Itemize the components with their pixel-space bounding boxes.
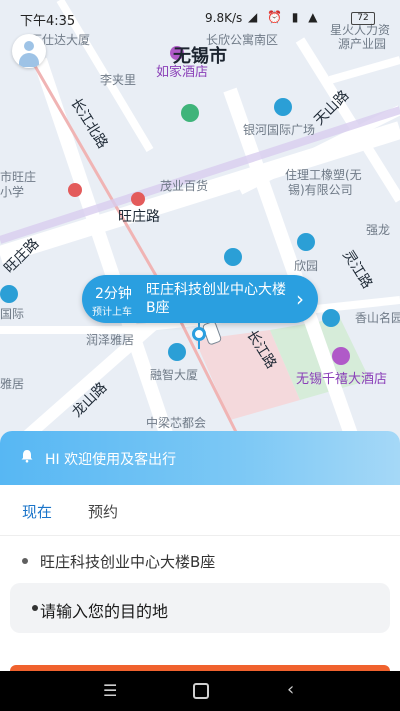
eta-caption: 预计上车 [92,307,132,318]
pickup-address: 旺庄科技创业中心大楼B座 [146,282,286,316]
menu-icon[interactable]: ☰ [103,681,117,700]
tab-reserve[interactable]: 预约 [88,501,118,522]
welcome-message: HI 欢迎使用及客出行 [45,452,177,468]
map-label: 雅居 [0,377,25,391]
map-label: 融智大厦 [150,368,199,382]
tab-now[interactable]: 现在 [22,501,52,522]
destination-input[interactable]: 请输入您的目的地 [10,583,390,633]
building-marker [168,343,186,361]
bell-icon [20,449,34,463]
booking-tabs: 现在 预约 [0,485,400,535]
hotel-marker [332,347,350,365]
map-label: 茂业百货 [160,179,209,193]
chevron-right-icon: › [296,287,304,311]
eta-value: 2分钟 [95,286,132,302]
map-label: 欣园 [294,259,319,273]
map-label: 旺庄路 [118,209,160,225]
transit-marker [181,104,199,122]
building-marker [0,285,18,303]
bottom-panel: HI 欢迎使用及客出行 现在 预约 旺庄科技创业中心大楼B座 请输入您的目的地 [0,431,400,671]
map-label: 国际 [0,307,25,321]
back-icon[interactable]: ‹ [287,679,294,700]
map-label: 银河国际广场 [243,123,316,137]
building-marker [322,309,340,327]
status-time: 下午4:35 [20,14,76,29]
divider [0,535,400,536]
status-icons: ◢ ⏰ ▮ ▲ [248,10,321,24]
building-marker [224,248,242,266]
network-speed: 9.8K/s [205,11,243,25]
pickup-location-row[interactable]: 旺庄科技创业中心大楼B座 [0,544,400,578]
school-marker [68,183,82,197]
destination-dot-icon [32,605,38,611]
system-nav-bar: ☰ ‹ [0,671,400,711]
map-label: 中梁芯都会 [146,416,207,430]
destination-placeholder: 请输入您的目的地 [40,602,169,621]
city-name[interactable]: 无锡市 [173,42,227,68]
avatar[interactable] [12,34,46,68]
pickup-location: 旺庄科技创业中心大楼B座 [40,553,216,571]
pickup-bubble[interactable]: 2分钟 预计上车 旺庄科技创业中心大楼B座 › [82,275,318,323]
welcome-banner: HI 欢迎使用及客出行 [0,431,400,485]
map-label: 锡)有限公司 [288,183,353,197]
map-label: 源产业园 [338,37,387,51]
map-label: 市旺庄 [0,170,37,184]
map-label: 李夹里 [100,73,137,87]
store-marker [131,192,145,206]
building-marker [274,98,292,116]
map-label: 住理工橡塑(无 [285,168,362,182]
pickup-pin-icon [192,327,206,341]
avatar-body-icon [19,53,39,67]
map-view[interactable]: 下仕达大厦 长欣公寓南区 星火人力资 源产业园 如家酒店 李夹里 长江北路 天山… [0,0,400,460]
avatar-head-icon [24,41,34,51]
map-label: 润泽雅居 [86,333,135,347]
home-icon[interactable] [193,683,209,699]
map-label: 无锡千禧大酒店 [296,372,388,387]
building-marker [297,233,315,251]
map-label: 小学 [0,185,25,199]
map-label: 强龙 [366,223,391,237]
battery-icon: 72 [351,12,375,25]
pickup-dot-icon [22,558,28,564]
map-label: 香山名园 [355,311,400,325]
status-bar: 下午4:35 9.8K/s ◢ ⏰ ▮ ▲ 72 [0,0,400,32]
